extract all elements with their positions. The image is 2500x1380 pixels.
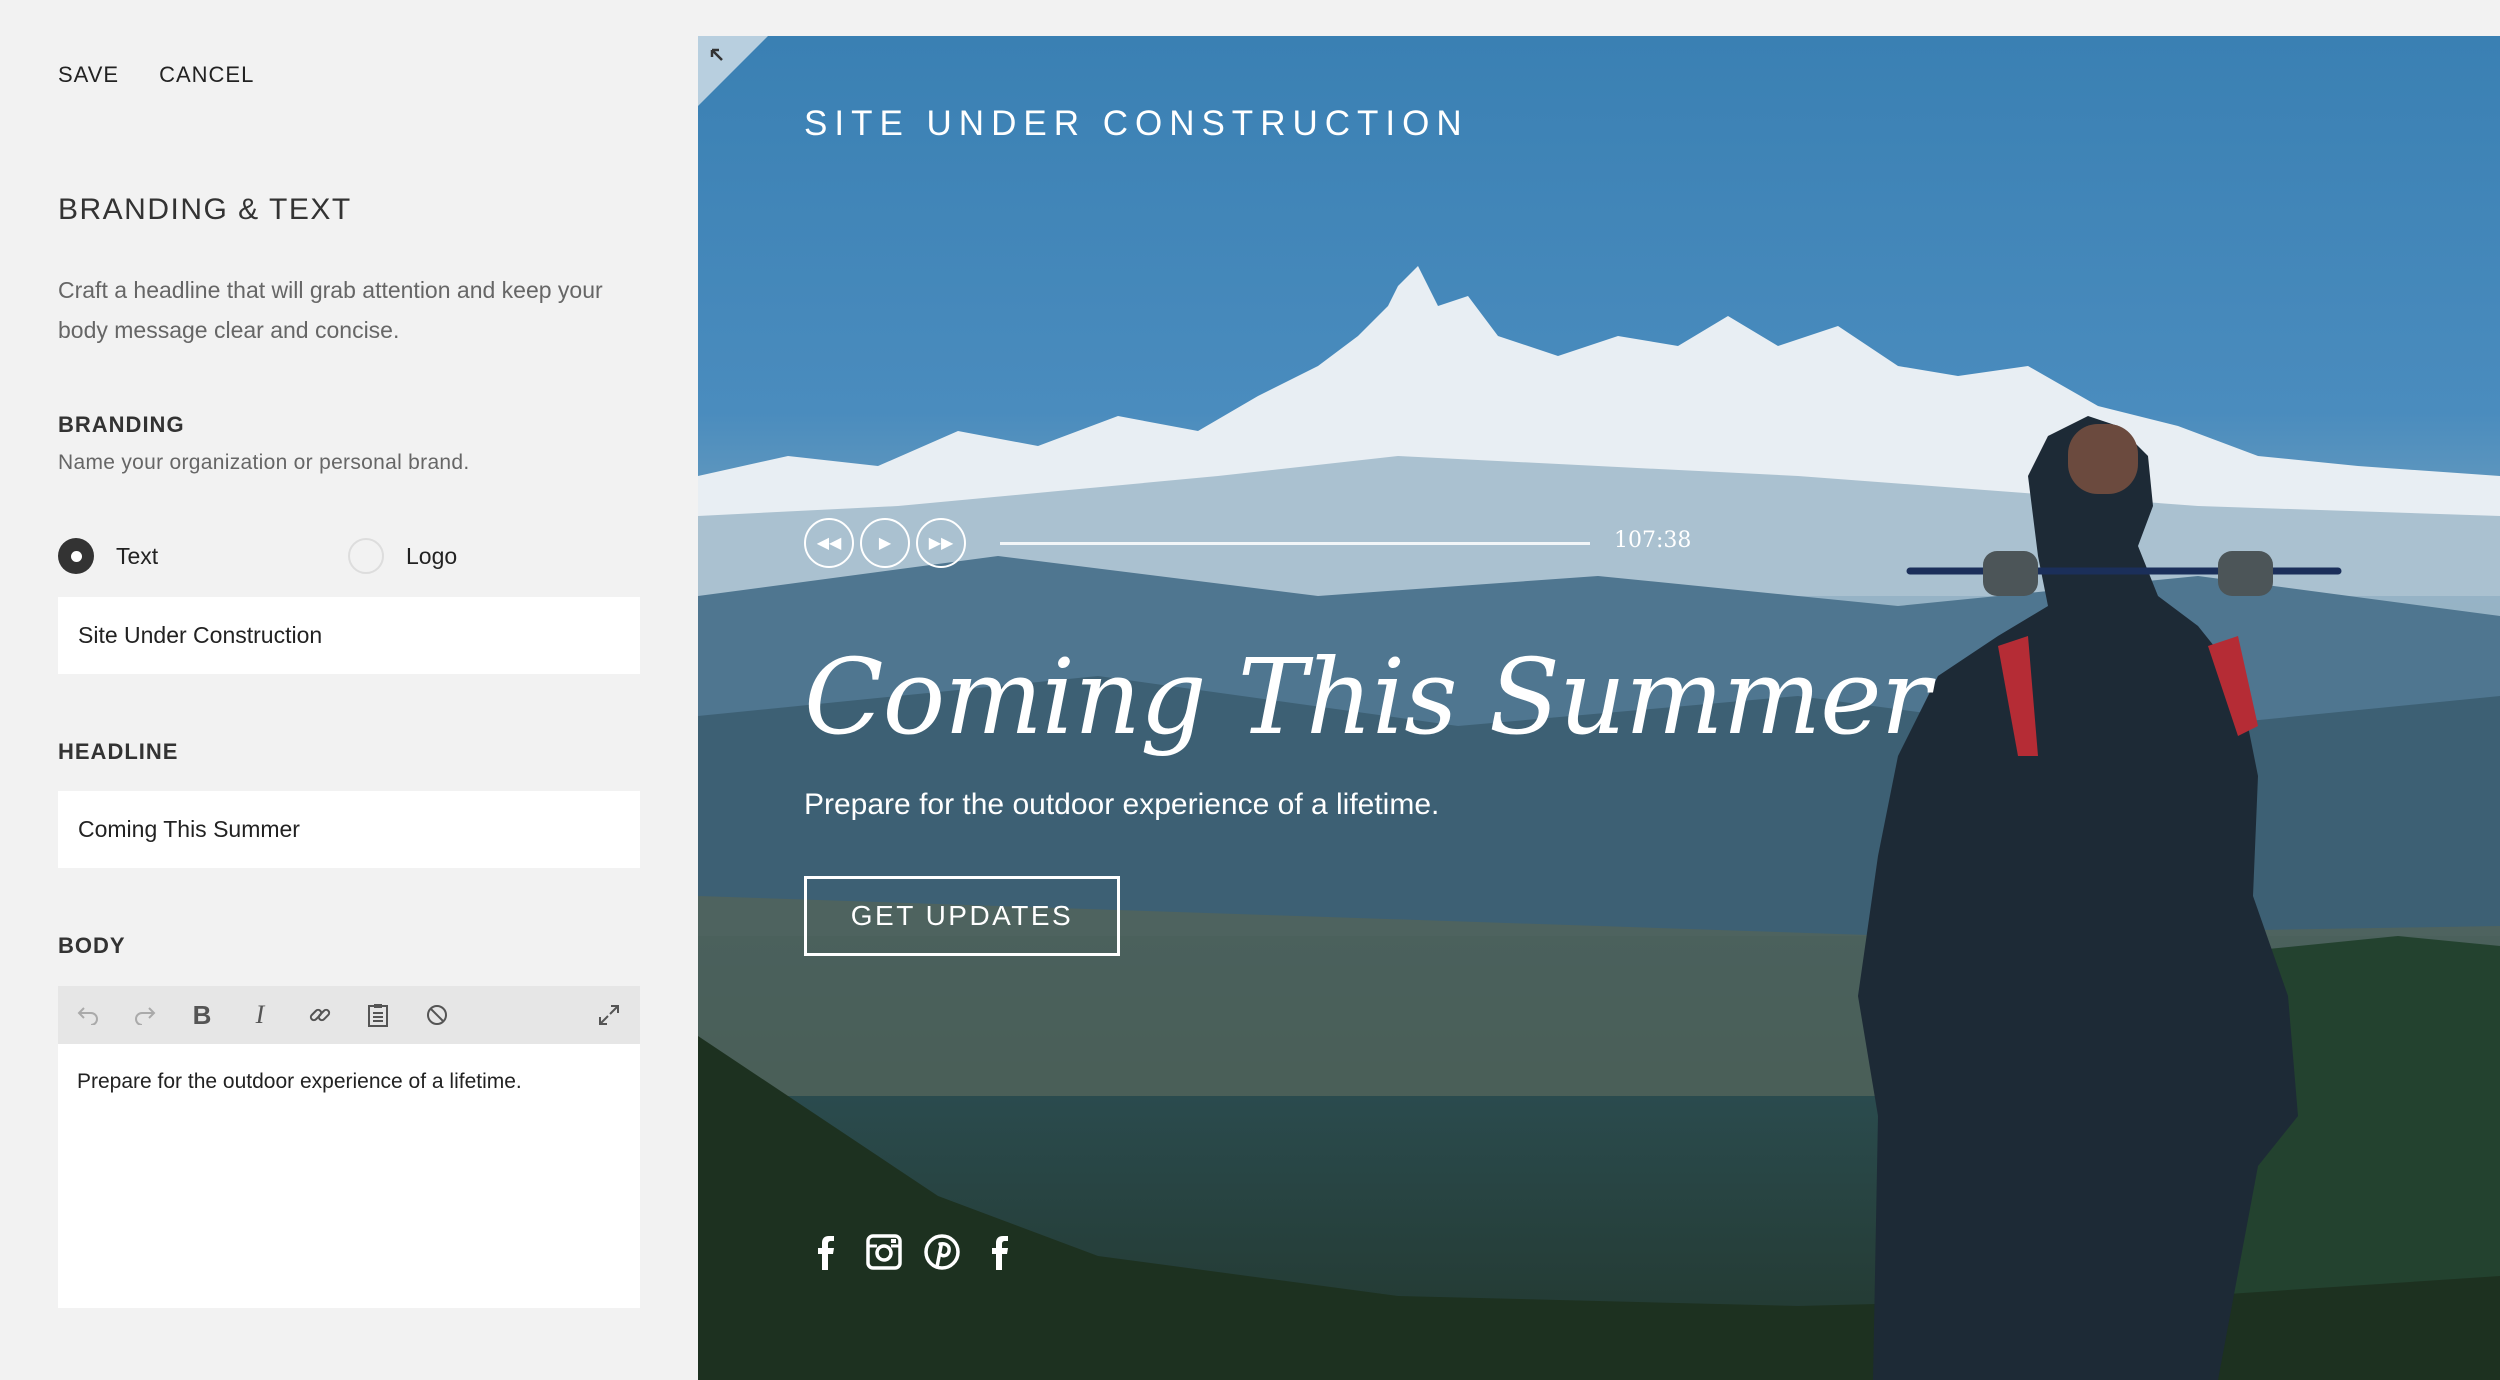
editor-topbar: SAVE CANCEL — [58, 62, 254, 88]
rich-text-toolbar: B I — [58, 986, 640, 1044]
audio-player: ◀◀ ▶ ▶▶ 107:38 — [804, 518, 1691, 568]
radio-logo-option[interactable]: Logo — [348, 538, 457, 574]
pinterest-icon[interactable] — [924, 1234, 960, 1270]
site-preview: SITE UNDER CONSTRUCTION ◀◀ ▶ ▶▶ 107:38 C… — [698, 36, 2500, 1380]
paste-icon[interactable] — [358, 986, 398, 1044]
site-title[interactable]: SITE UNDER CONSTRUCTION — [804, 104, 1469, 144]
play-icon[interactable]: ▶ — [860, 518, 910, 568]
branding-text-field[interactable]: Site Under Construction — [58, 597, 640, 674]
bold-icon[interactable]: B — [182, 986, 222, 1044]
section-intro: Craft a headline that will grab attentio… — [58, 277, 603, 343]
instagram-icon[interactable] — [866, 1234, 902, 1270]
radio-text-label: Text — [116, 542, 159, 569]
facebook-icon[interactable] — [982, 1234, 1018, 1270]
facebook-icon[interactable] — [808, 1234, 844, 1270]
branding-label: BRANDING — [58, 412, 185, 437]
redo-icon[interactable] — [125, 986, 165, 1044]
body-text-editor[interactable]: Prepare for the outdoor experience of a … — [58, 1044, 640, 1308]
cancel-button[interactable]: CANCEL — [159, 62, 254, 88]
save-button[interactable]: SAVE — [58, 62, 119, 88]
branding-sublabel: Name your organization or personal brand… — [58, 451, 470, 474]
link-icon[interactable] — [300, 986, 340, 1044]
headline-label: HEADLINE — [58, 739, 179, 764]
radio-text-option[interactable]: Text — [58, 538, 158, 574]
get-updates-button[interactable]: GET UPDATES — [804, 876, 1120, 956]
collapse-preview-icon[interactable] — [698, 36, 768, 106]
section-title: BRANDING & TEXT — [58, 193, 352, 226]
rewind-icon[interactable]: ◀◀ — [804, 518, 854, 568]
player-time: 107:38 — [1614, 528, 1692, 553]
preview-body: Prepare for the outdoor experience of a … — [804, 788, 1440, 821]
preview-headline: Coming This Summer — [804, 636, 1930, 758]
radio-logo-label: Logo — [406, 542, 458, 569]
radio-selected-icon[interactable] — [58, 538, 94, 574]
headline-field[interactable]: Coming This Summer — [58, 791, 640, 868]
expand-icon[interactable] — [589, 986, 629, 1044]
fast-forward-icon[interactable]: ▶▶ — [916, 518, 966, 568]
italic-icon[interactable]: I — [240, 986, 280, 1044]
clear-format-icon[interactable] — [417, 986, 457, 1044]
radio-unselected-icon[interactable] — [348, 538, 384, 574]
social-links — [808, 1234, 1018, 1270]
body-label: BODY — [58, 933, 126, 958]
undo-icon[interactable] — [68, 986, 108, 1044]
editor-panel: SAVE CANCEL BRANDING & TEXT Craft a head… — [0, 0, 698, 1380]
progress-track[interactable] — [1000, 542, 1590, 545]
